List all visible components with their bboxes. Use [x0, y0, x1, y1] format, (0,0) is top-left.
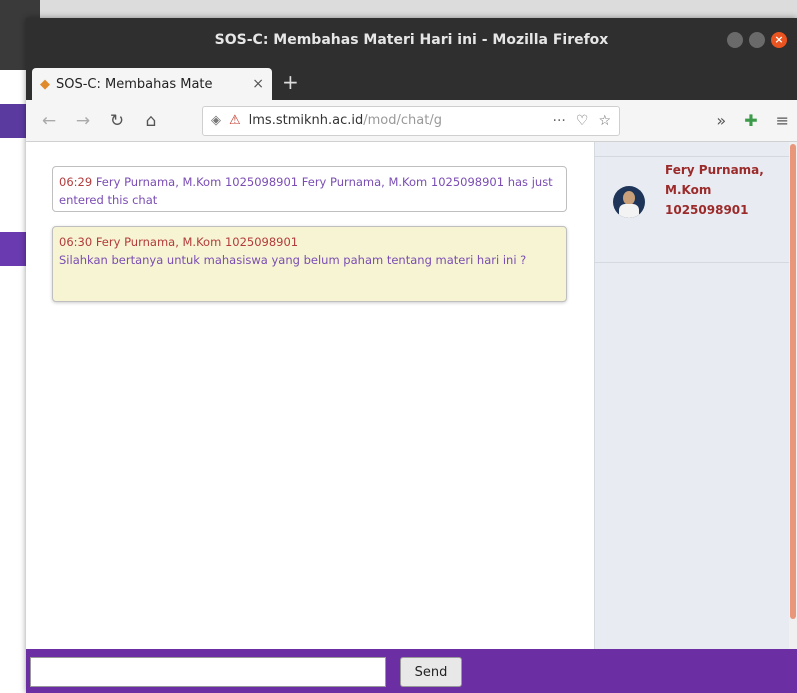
url-actions: ··· ♡ ☆ — [553, 113, 611, 129]
tab-strip: ◆ SOS-C: Membahas Mate × + — [26, 64, 797, 100]
message-time: 06:29 — [59, 175, 93, 189]
page-actions-icon[interactable]: ··· — [553, 113, 566, 129]
tab-close-icon[interactable]: × — [252, 76, 264, 92]
window-controls: × — [727, 32, 787, 48]
navigation-toolbar: ← → ↻ ⌂ ◈ ⚠ lms.stmiknh.ac.id/mod/chat/g… — [26, 100, 797, 142]
avatar[interactable] — [613, 186, 645, 218]
tab-active[interactable]: ◆ SOS-C: Membahas Mate × — [32, 68, 272, 100]
toolbar-right: » ✚ ≡ — [716, 111, 789, 130]
scroll-thumb[interactable] — [790, 144, 796, 619]
hamburger-menu-icon[interactable]: ≡ — [776, 111, 789, 130]
url-bar[interactable]: ◈ ⚠ lms.stmiknh.ac.id/mod/chat/g ··· ♡ ☆ — [202, 105, 620, 136]
back-button[interactable]: ← — [34, 106, 64, 136]
send-button[interactable]: Send — [400, 657, 462, 687]
system-message: 06:29 Fery Purnama, M.Kom 1025098901 Fer… — [52, 166, 567, 212]
new-tab-button[interactable]: + — [282, 70, 299, 94]
chat-messages-area: 06:29 Fery Purnama, M.Kom 1025098901 Fer… — [26, 142, 594, 649]
chat-message: 06:30 Fery Purnama, M.Kom 1025098901 Sil… — [52, 226, 567, 302]
firefox-window: SOS-C: Membahas Materi Hari ini - Mozill… — [26, 18, 797, 693]
message-text: Fery Purnama, M.Kom 1025098901 Fery Purn… — [59, 175, 553, 207]
bookmark-star-icon[interactable]: ☆ — [598, 113, 611, 129]
message-header: 06:30 Fery Purnama, M.Kom 1025098901 — [59, 233, 560, 251]
pocket-icon[interactable]: ♡ — [576, 113, 589, 129]
reload-button[interactable]: ↻ — [102, 106, 132, 136]
tab-title: SOS-C: Membahas Mate — [56, 76, 213, 92]
overflow-menu-icon[interactable]: » — [716, 111, 726, 130]
moodle-favicon-icon: ◆ — [40, 76, 50, 92]
message-author: Fery Purnama, M.Kom 1025098901 — [95, 235, 299, 249]
url-text[interactable]: lms.stmiknh.ac.id/mod/chat/g — [249, 113, 442, 128]
user-list-item[interactable]: Fery Purnama, M.Kom 1025098901 — [613, 160, 775, 220]
page-content: 06:29 Fery Purnama, M.Kom 1025098901 Fer… — [26, 142, 797, 693]
url-domain: lms.stmiknh.ac.id — [248, 113, 364, 128]
maximize-button[interactable] — [749, 32, 765, 48]
divider — [595, 156, 790, 157]
chat-input-bar: Send — [26, 649, 797, 693]
url-path: /mod/chat/g — [363, 113, 442, 128]
window-titlebar: SOS-C: Membahas Materi Hari ini - Mozill… — [26, 18, 797, 64]
desktop: SOS-C: Membahas Materi Hari ini - Mozill… — [0, 0, 797, 693]
close-window-button[interactable]: × — [771, 32, 787, 48]
window-title: SOS-C: Membahas Materi Hari ini - Mozill… — [214, 32, 609, 48]
chat-message-input[interactable] — [30, 657, 386, 687]
chat-users-sidebar: Fery Purnama, M.Kom 1025098901 — [594, 142, 790, 649]
divider — [595, 262, 790, 263]
user-name-link[interactable]: Fery Purnama, M.Kom 1025098901 — [665, 160, 775, 220]
shield-icon[interactable]: ◈ — [211, 113, 221, 128]
page-scrollbar[interactable] — [789, 142, 797, 649]
message-time: 06:30 — [59, 235, 93, 249]
extension-icon[interactable]: ✚ — [744, 111, 757, 130]
forward-button[interactable]: → — [68, 106, 98, 136]
insecure-lock-icon[interactable]: ⚠ — [229, 113, 241, 128]
message-text: Silahkan bertanya untuk mahasiswa yang b… — [59, 253, 527, 267]
minimize-button[interactable] — [727, 32, 743, 48]
home-button[interactable]: ⌂ — [136, 106, 166, 136]
